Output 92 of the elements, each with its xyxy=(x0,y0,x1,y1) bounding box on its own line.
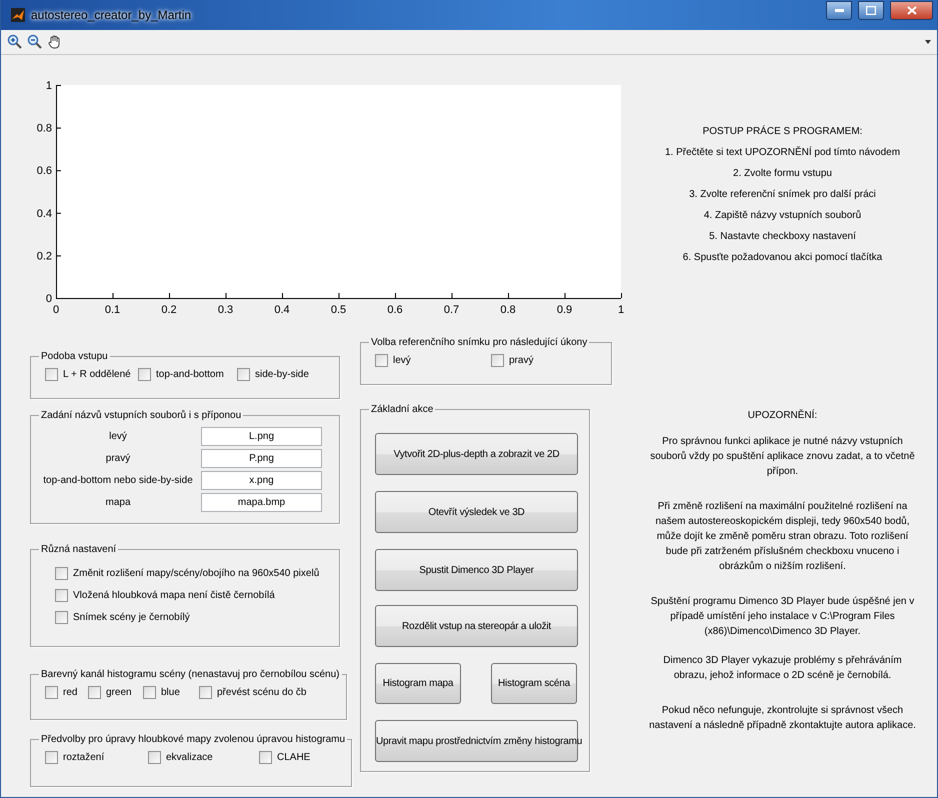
tick-label: 0.6 xyxy=(387,304,403,316)
checkbox[interactable] xyxy=(148,751,161,764)
checkbox-label: Vložená hloubková mapa není čistě černobílá xyxy=(73,590,275,601)
checkbox[interactable] xyxy=(491,354,504,367)
field-label: levý xyxy=(108,431,128,442)
close-icon xyxy=(906,6,916,14)
checkbox[interactable] xyxy=(375,354,388,367)
checkbox[interactable] xyxy=(143,686,156,699)
maximize-icon xyxy=(866,6,876,14)
checkbox-label: L + R oddělené xyxy=(63,369,131,380)
checkbox[interactable] xyxy=(45,686,58,699)
checkbox[interactable] xyxy=(138,368,151,381)
panel-title: Různá nastavení xyxy=(40,544,118,555)
action-button[interactable]: Otevřít výsledek ve 3D xyxy=(375,491,578,533)
input-field[interactable]: P.png xyxy=(201,449,322,468)
checkbox-label: ekvalizace xyxy=(166,752,213,763)
instruction-step: 2. Zvolte formu vstupu xyxy=(733,167,832,180)
tick-label: 0.5 xyxy=(330,304,346,316)
checkbox-label: pravý xyxy=(509,355,534,366)
field-label: top-and-bottom nebo side-by-side xyxy=(42,475,194,486)
checkbox-label: green xyxy=(106,687,132,698)
checkbox-label: levý xyxy=(393,355,411,366)
checkbox-label: blue xyxy=(161,687,180,698)
tick-label: 1 xyxy=(46,80,52,92)
warning-paragraph: Spuštění programu Dimenco 3D Player bude úspěšné jen v případě umístění jeho instalace v C:\Program Files (x86)\Dimenco\Dimenco 3D Player. xyxy=(650,595,916,639)
checkbox-label: roztažení xyxy=(63,752,104,763)
checkbox[interactable] xyxy=(88,686,101,699)
instructions-title: POSTUP PRÁCE S PROGRAMEM: xyxy=(702,125,862,138)
minimize-icon xyxy=(834,8,844,12)
tick-label: 0.3 xyxy=(218,304,234,316)
checkbox-label: Změnit rozlišení mapy/scény/obojího na 960x540 pixelů xyxy=(73,568,320,579)
warning-paragraph: Dimenco 3D Player vykazuje problémy s přehráváním obrazu, jehož informace o 2D scéně je černobílá. xyxy=(662,654,903,683)
action-button[interactable]: Histogram mapa xyxy=(375,663,461,704)
tick-label: 0.8 xyxy=(36,122,52,135)
tick-label: 0 xyxy=(52,304,60,316)
checkbox[interactable] xyxy=(55,567,68,580)
zoom-in-icon[interactable] xyxy=(7,34,23,50)
checkbox-label: red xyxy=(63,687,78,698)
dock-arrow-icon[interactable] xyxy=(925,39,931,45)
action-button[interactable]: Histogram scéna xyxy=(491,663,577,704)
panel-title: Základní akce xyxy=(370,404,434,415)
instruction-step: 1. Přečtěte si text UPOZORNĚNÍ pod tímto návodem xyxy=(664,146,900,159)
tick-label: 0.8 xyxy=(500,304,516,316)
input-field[interactable]: L.png xyxy=(201,427,322,446)
warning-paragraph: Pro správnou funkci aplikace je nutné názvy vstupních souborů vždy po spuštění aplikace znovu zadat, a to včetně přípon. xyxy=(649,435,916,479)
tick-label: 0.7 xyxy=(444,304,460,316)
tick-label: 0.9 xyxy=(556,304,572,316)
checkbox-label: Snímek scény je černobílý xyxy=(73,612,190,623)
tick-label: 0.4 xyxy=(274,304,290,316)
checkbox[interactable] xyxy=(45,368,58,381)
maximize-button[interactable] xyxy=(858,0,884,20)
tick-label: 0.6 xyxy=(36,165,52,178)
tick-label: 0.2 xyxy=(36,250,52,262)
minimize-button[interactable] xyxy=(826,0,852,20)
tick-label: 0.1 xyxy=(104,304,120,316)
action-button[interactable]: Vytvořit 2D-plus-depth a zobrazit ve 2D xyxy=(375,433,578,475)
action-button[interactable]: Spustit Dimenco 3D Player xyxy=(375,549,578,591)
checkbox-label: top-and-bottom xyxy=(156,369,224,380)
zoom-out-icon[interactable] xyxy=(27,34,43,50)
warning-title: UPOZORNĚNÍ: xyxy=(748,409,818,422)
warning-paragraph: Při změně rozlišení na maximální použitelné rozlišení na našem autostereoskopickém displeji, tedy 960x540 bodů, může dojít ke změně poměru stran obrazu. Toto rozlišení bude při zatrženém příslušném checkboxu vnuceno i obrázkům o nižším rozlišení. xyxy=(654,500,911,574)
app-icon xyxy=(11,8,25,22)
panel-title: Barevný kanál histogramu scény (nenastavuj pro černobílou scénu) xyxy=(40,669,340,680)
input-field[interactable]: mapa.bmp xyxy=(201,493,322,512)
instruction-step: 3. Zvolte referenční snímek pro další práci xyxy=(689,188,876,201)
checkbox[interactable] xyxy=(45,751,58,764)
tick-label: 1 xyxy=(618,304,624,316)
instruction-step: 4. Zapiště názvy vstupních souborů xyxy=(704,209,862,222)
window-title: autostereo_creator_by_Martin xyxy=(31,8,192,22)
panel-title: Podoba vstupu xyxy=(40,351,109,362)
checkbox[interactable] xyxy=(55,611,68,624)
checkbox[interactable] xyxy=(237,368,250,381)
action-button[interactable]: Rozdělit vstup na stereopár a uložit xyxy=(375,605,578,647)
checkbox[interactable] xyxy=(259,751,272,764)
checkbox-label: CLAHE xyxy=(277,752,310,763)
panel-title: Volba referenčního snímku pro následující úkony xyxy=(370,337,588,348)
tick-label: 0 xyxy=(46,293,52,305)
instruction-step: 6. Spusťte požadovanou akci pomocí tlačítka xyxy=(682,251,882,264)
checkbox-label: převést scénu do čb xyxy=(217,687,306,698)
field-label: pravý xyxy=(104,453,132,464)
warning-paragraph: Pokud něco nefunguje, zkontrolujte si správnost všech nastavení a následně případně zkontaktujte autora aplikace. xyxy=(648,704,917,733)
input-field[interactable]: x.png xyxy=(201,471,322,490)
tick-label: 0.2 xyxy=(161,304,177,316)
panel-title: Zadání názvů vstupních souborů i s příponou xyxy=(40,410,242,421)
checkbox[interactable] xyxy=(55,589,68,602)
close-button[interactable] xyxy=(890,0,933,20)
checkbox[interactable] xyxy=(199,686,212,699)
instruction-step: 5. Nastavte checkboxy nastavení xyxy=(709,230,856,243)
panel-title: Předvolby pro úpravy hloubkové mapy zvolenou úpravou histogramu xyxy=(40,734,346,745)
tick-label: 0.4 xyxy=(36,208,52,220)
field-label: mapa xyxy=(104,497,132,508)
checkbox-label: side-by-side xyxy=(255,369,309,380)
